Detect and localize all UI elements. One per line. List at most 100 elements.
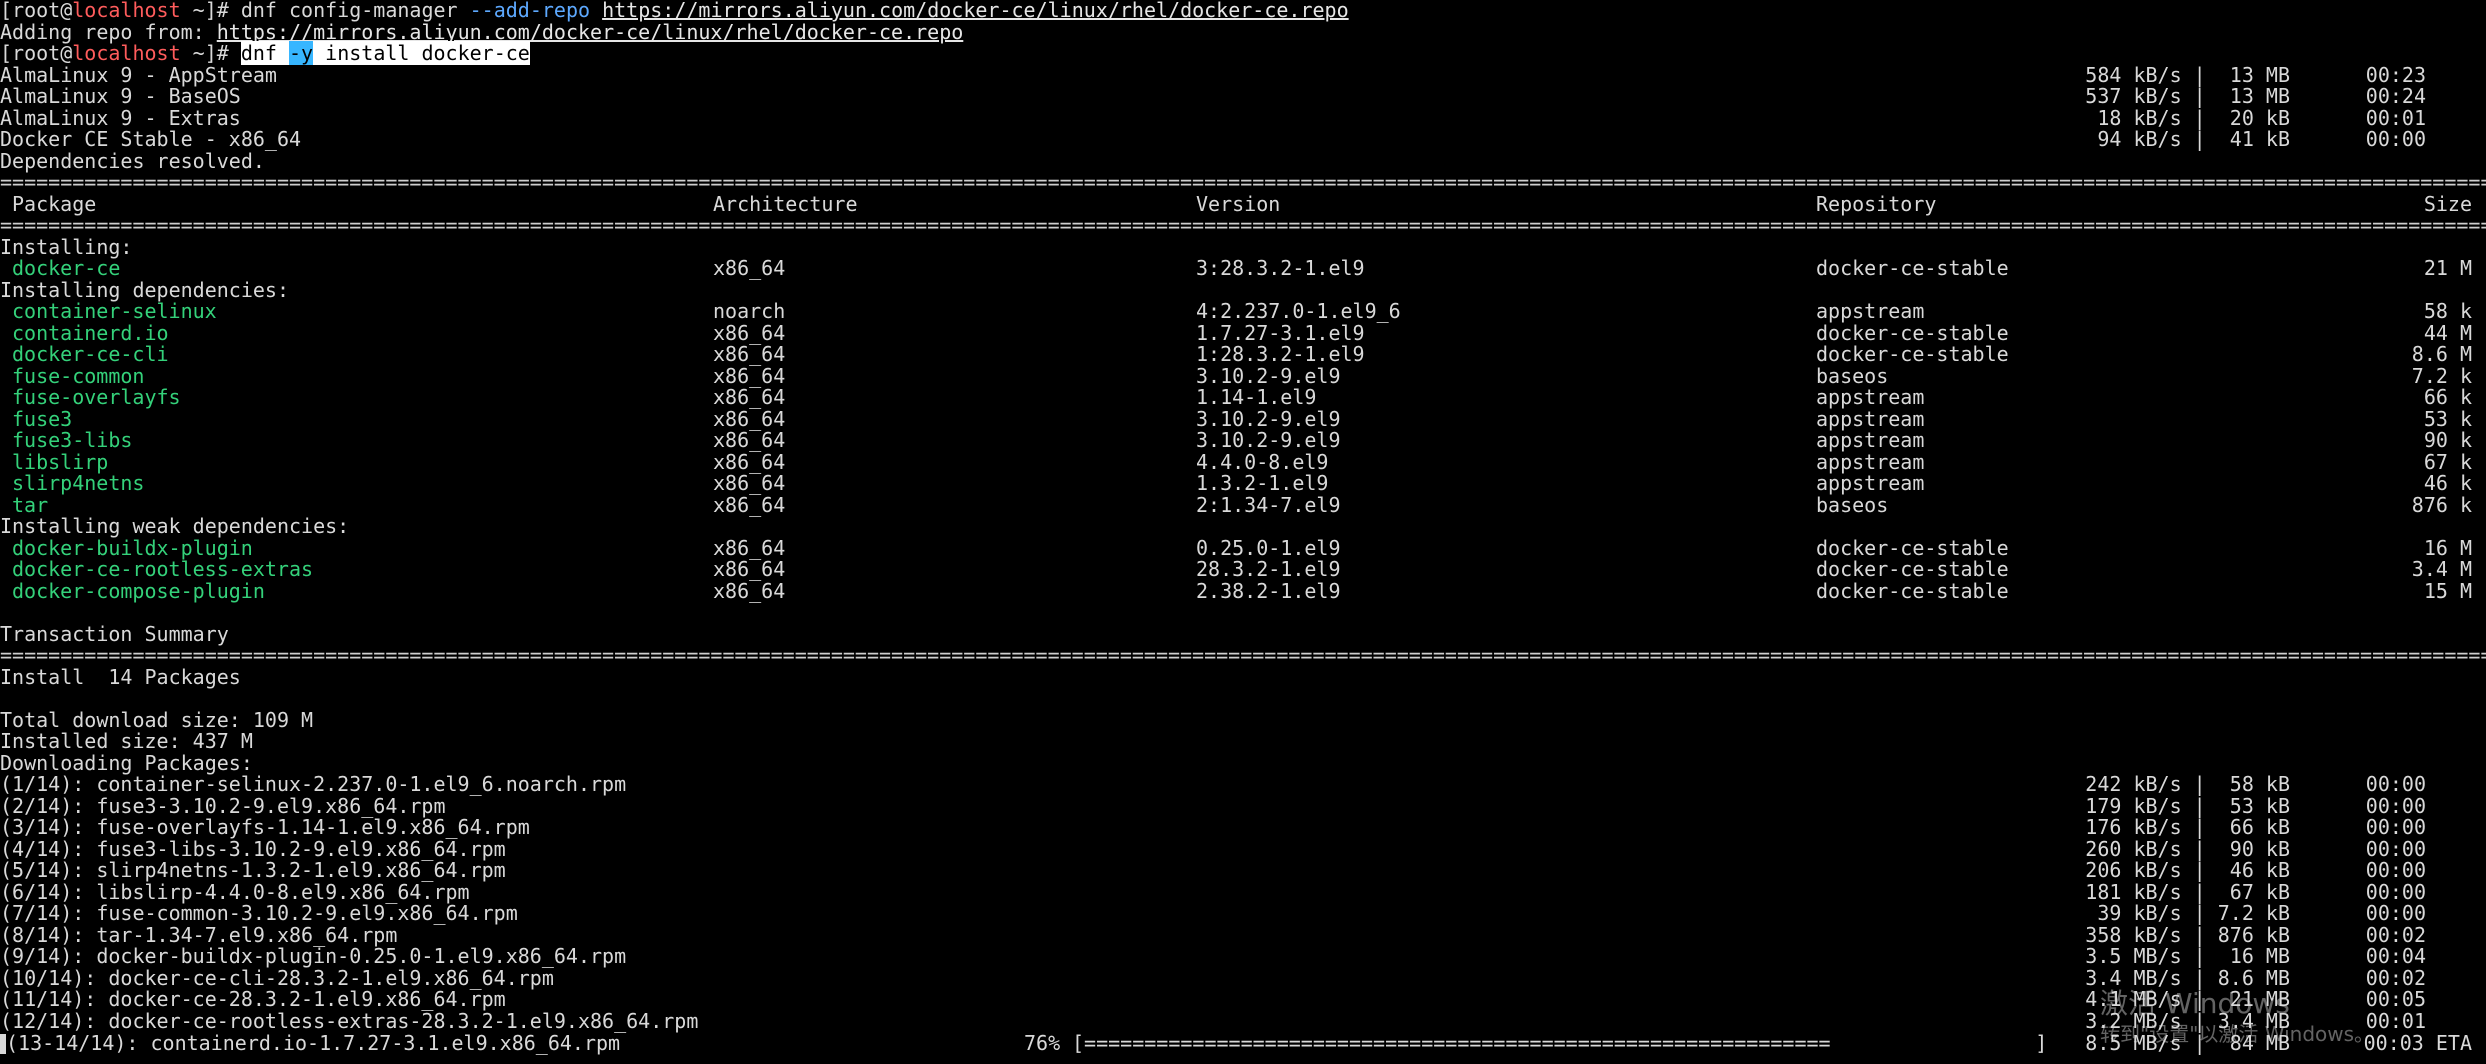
package-repo: appstream — [1816, 385, 1925, 409]
package-version: 28.3.2-1.el9 — [1196, 557, 1341, 581]
package-size: 15 M — [2423, 578, 2472, 603]
deps-resolved-text: Dependencies resolved. — [0, 148, 265, 173]
column-header-architecture: Architecture — [713, 191, 858, 216]
download-time: 00:01 — [2365, 105, 2426, 130]
section-label-installing: Installing: — [0, 234, 133, 259]
package-repo: appstream — [1816, 299, 1925, 323]
column-header-size: Size — [2423, 191, 2472, 216]
section-label-weak-dependencies: Installing weak dependencies: — [0, 514, 350, 538]
prompt-hostname: localhost — [72, 41, 181, 65]
selected-command-option[interactable]: -y — [289, 41, 314, 65]
package-repo: docker-ce-stable — [1816, 320, 2009, 345]
terminal-window[interactable]: [root@localhost ~]# dnf config-manager -… — [0, 0, 2486, 1064]
separator-line: ========================================… — [0, 645, 2486, 667]
download-file: (7/14): fuse-common-3.10.2-9.el9.x86_64.… — [0, 901, 518, 925]
package-arch: x86_64 — [713, 342, 786, 366]
package-name: docker-ce-rootless-extras — [12, 557, 314, 581]
activate-windows-subtext: 转到"设置"以激活 Windows。 — [2100, 1022, 2375, 1046]
list-item: Docker CE Stable - x86_64 — [0, 127, 302, 151]
repo-url-link[interactable]: https://mirrors.aliyun.com/docker-ce/lin… — [217, 20, 964, 44]
download-rate: 179 kB/s | 53 kB — [2085, 793, 2290, 818]
download-time: 00:24 — [2365, 84, 2426, 108]
download-time: 00:00 — [2365, 772, 2426, 796]
package-size: 3.4 M — [2411, 557, 2472, 581]
download-file: (12/14): docker-ce-rootless-extras-28.3.… — [0, 1008, 699, 1033]
package-version: 1.14-1.el9 — [1196, 385, 1317, 409]
download-rate: 18 kB/s | 20 kB — [2097, 105, 2290, 130]
package-name: slirp4netns — [12, 471, 145, 495]
activate-windows-watermark: 激活 Windows — [2100, 987, 2290, 1020]
download-time: 00:00 — [2365, 793, 2426, 818]
package-repo: appstream — [1816, 428, 1925, 452]
download-rate: 181 kB/s | 67 kB — [2085, 879, 2290, 904]
package-name: tar — [12, 492, 49, 517]
progress-percent: 76% — [1024, 1030, 1061, 1055]
list-item: AlmaLinux 9 - Extras — [0, 105, 241, 130]
section-label-dependencies: Installing dependencies: — [0, 277, 289, 302]
package-size: 67 k — [2423, 449, 2472, 474]
download-rate: 39 kB/s | 7.2 kB — [2097, 901, 2290, 925]
download-rate: 358 kB/s | 876 kB — [2085, 922, 2290, 947]
column-header-version: Version — [1196, 191, 1281, 216]
download-time: 00:01 — [2365, 1008, 2426, 1033]
package-size: 876 k — [2411, 492, 2472, 517]
package-arch: x86_64 — [713, 256, 786, 280]
package-arch: x86_64 — [713, 428, 786, 452]
package-size: 21 M — [2423, 256, 2472, 280]
package-name: containerd.io — [12, 320, 169, 345]
download-rate: 537 kB/s | 13 MB — [2085, 84, 2290, 108]
download-rate: 584 kB/s | 13 MB — [2085, 62, 2290, 87]
download-rate: 176 kB/s | 66 kB — [2085, 815, 2290, 839]
list-item: AlmaLinux 9 - AppStream — [0, 62, 277, 87]
package-size: 58 k — [2423, 299, 2472, 323]
package-arch: x86_64 — [713, 535, 786, 560]
package-size: 90 k — [2423, 428, 2472, 452]
selected-command-text[interactable]: install docker-ce — [313, 41, 530, 65]
package-arch: x86_64 — [713, 471, 786, 495]
package-name: libslirp — [12, 449, 109, 474]
package-arch: x86_64 — [713, 557, 786, 581]
package-arch: x86_64 — [713, 578, 786, 603]
package-version: 2:1.34-7.el9 — [1196, 492, 1341, 517]
package-repo: docker-ce-stable — [1816, 256, 2009, 280]
download-time: 00:00 — [2365, 858, 2426, 882]
column-header-package: Package — [12, 191, 97, 216]
download-rate: 242 kB/s | 58 kB — [2085, 772, 2290, 796]
package-version: 3.10.2-9.el9 — [1196, 406, 1341, 431]
package-repo: docker-ce-stable — [1816, 342, 2009, 366]
package-size: 66 k — [2423, 385, 2472, 409]
package-name: docker-ce — [12, 256, 121, 280]
package-version: 3:28.3.2-1.el9 — [1196, 256, 1365, 280]
download-time: 00:04 — [2365, 944, 2426, 968]
download-time: 00:02 — [2365, 922, 2426, 947]
download-file: (8/14): tar-1.34-7.el9.x86_64.rpm — [0, 922, 398, 947]
package-repo: docker-ce-stable — [1816, 557, 2009, 581]
download-rate: 3.5 MB/s | 16 MB — [2085, 944, 2290, 968]
package-name: fuse-overlayfs — [12, 385, 181, 409]
download-file: (9/14): docker-buildx-plugin-0.25.0-1.el… — [0, 944, 627, 968]
selected-command-text[interactable]: dnf — [240, 41, 290, 65]
separator-line: ========================================… — [0, 215, 2486, 237]
package-arch: x86_64 — [713, 492, 786, 517]
package-repo: appstream — [1816, 449, 1925, 474]
download-rate: 260 kB/s | 90 kB — [2085, 836, 2290, 861]
eta-text: 00:03 ETA — [2363, 1030, 2472, 1055]
prompt-line-2: [root@localhost ~]# dnf -y install docke… — [0, 41, 530, 65]
package-version: 4:2.237.0-1.el9_6 — [1196, 299, 1401, 323]
download-time: 00:00 — [2365, 879, 2426, 904]
install-count: Install 14 Packages — [0, 664, 241, 689]
package-repo: appstream — [1816, 406, 1925, 431]
package-version: 1:28.3.2-1.el9 — [1196, 342, 1365, 366]
package-version: 4.4.0-8.el9 — [1196, 449, 1329, 474]
download-rate: 206 kB/s | 46 kB — [2085, 858, 2290, 882]
package-arch: x86_64 — [713, 320, 786, 345]
download-time: 00:00 — [2365, 901, 2426, 925]
download-file: (10/14): docker-ce-cli-28.3.2-1.el9.x86_… — [0, 965, 554, 990]
download-time: 00:05 — [2365, 987, 2426, 1011]
download-rate: 94 kB/s | 41 kB — [2097, 127, 2290, 151]
separator-line: ========================================… — [0, 172, 2486, 194]
download-time: 00:00 — [2365, 836, 2426, 861]
transaction-summary-label: Transaction Summary — [0, 621, 229, 646]
package-size: 7.2 k — [2411, 363, 2472, 388]
package-name: docker-buildx-plugin — [12, 535, 253, 560]
